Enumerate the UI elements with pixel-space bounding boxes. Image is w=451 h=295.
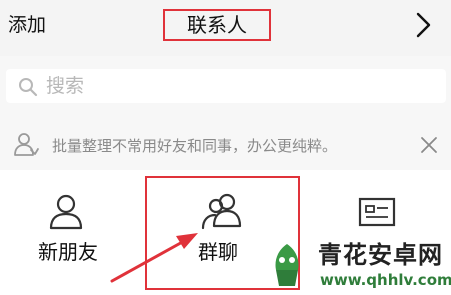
new-friends-label: 新朋友 — [38, 240, 98, 264]
add-button[interactable]: 添加 — [8, 12, 46, 38]
people-icon — [12, 131, 40, 159]
title-highlight-box: 联系人 — [163, 9, 271, 41]
contact-card-button[interactable] — [320, 170, 451, 295]
person-icon — [46, 192, 86, 232]
search-placeholder: 搜索 — [46, 75, 85, 97]
search-input[interactable]: 搜索 — [6, 69, 446, 103]
top-bar: 添加 联系人 — [0, 0, 451, 56]
close-icon[interactable] — [419, 135, 439, 155]
new-friends-button[interactable]: 新朋友 — [0, 170, 135, 295]
tip-banner: 批量整理不常用好友和同事，办公更纯粹。 — [0, 124, 451, 170]
group-chat-label: 群聊 — [198, 240, 238, 264]
search-icon — [18, 77, 38, 97]
group-chat-button[interactable]: 群聊 — [150, 170, 300, 295]
chevron-right-icon[interactable] — [412, 12, 434, 38]
tip-text: 批量整理不常用好友和同事，办公更纯粹。 — [52, 137, 338, 155]
group-icon — [200, 192, 242, 232]
contact-card-icon — [357, 192, 397, 232]
page-title: 联系人 — [187, 13, 247, 37]
contact-shortcuts: 新朋友 群聊 — [0, 170, 451, 295]
